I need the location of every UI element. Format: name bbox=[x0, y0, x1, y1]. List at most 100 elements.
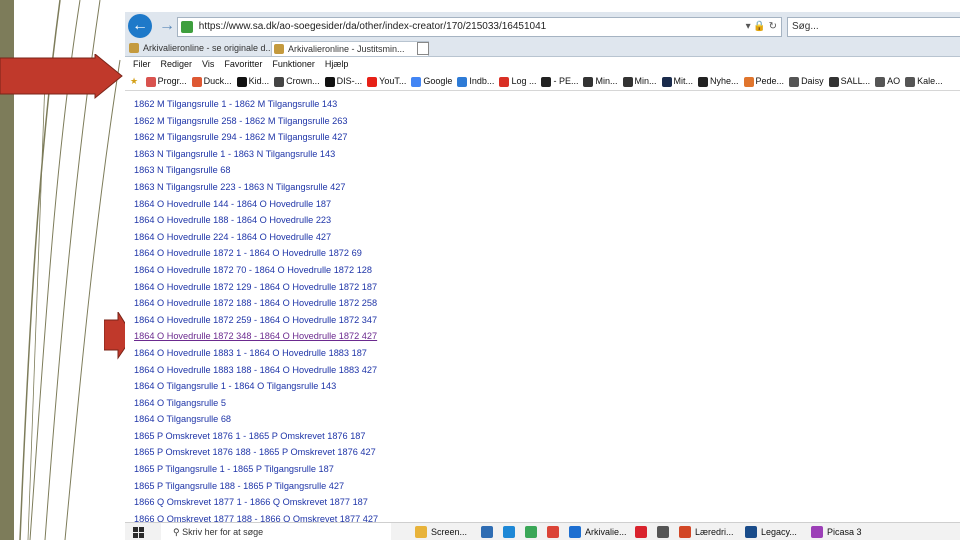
index-link[interactable]: 1864 O Hovedrulle 144 - 1864 O Hovedrull… bbox=[134, 196, 954, 213]
taskbar-item-label: Læredri... bbox=[695, 527, 734, 537]
taskbar-item-3[interactable] bbox=[525, 523, 541, 540]
index-link[interactable]: 1865 P Tilgangsrulle 188 - 1865 P Tilgan… bbox=[134, 478, 954, 495]
menu-item-1[interactable]: Rediger bbox=[161, 57, 193, 71]
favorite-label: Indb... bbox=[469, 76, 495, 86]
taskbar-app-icon bbox=[745, 526, 757, 538]
index-link[interactable]: 1864 O Tilgangsrulle 5 bbox=[134, 395, 954, 412]
favorite-item-18[interactable]: Kale... bbox=[905, 72, 943, 90]
favorite-icon bbox=[457, 76, 468, 87]
favorite-item-0[interactable]: Progr... bbox=[145, 72, 187, 90]
taskbar-item-8[interactable]: Læredri... bbox=[679, 523, 734, 540]
taskbar-item-label: Arkivalie... bbox=[585, 527, 627, 537]
index-link[interactable]: 1864 O Hovedrulle 1872 188 - 1864 O Hove… bbox=[134, 295, 954, 312]
favorite-icon bbox=[236, 76, 247, 87]
menu-item-4[interactable]: Funktioner bbox=[272, 57, 315, 71]
taskbar-item-label: Picasa 3 bbox=[827, 527, 862, 537]
taskbar-app-icon bbox=[525, 526, 537, 538]
index-link[interactable]: 1864 O Hovedrulle 1872 70 - 1864 O Hoved… bbox=[134, 262, 954, 279]
favorite-item-1[interactable]: Duck... bbox=[191, 72, 232, 90]
index-link[interactable]: 1865 P Omskrevet 1876 1 - 1865 P Omskrev… bbox=[134, 428, 954, 445]
taskbar-item-7[interactable] bbox=[657, 523, 673, 540]
address-bar[interactable]: https://www.sa.dk/ao-soegesider/da/other… bbox=[177, 17, 782, 37]
index-link[interactable]: 1862 M Tilgangsrulle 1 - 1862 M Tilgangs… bbox=[134, 96, 954, 113]
new-tab-icon[interactable] bbox=[417, 42, 429, 55]
index-link[interactable]: 1864 O Hovedrulle 1883 1 - 1864 O Hovedr… bbox=[134, 345, 954, 362]
taskbar-item-2[interactable] bbox=[503, 523, 519, 540]
index-link[interactable]: 1866 Q Omskrevet 1877 1 - 1866 Q Omskrev… bbox=[134, 494, 954, 511]
index-link[interactable]: 1864 O Hovedrulle 1872 1 - 1864 O Hovedr… bbox=[134, 245, 954, 262]
address-controls[interactable]: ▾ 🔒 ↻ bbox=[746, 18, 777, 36]
favorite-label: Pede... bbox=[755, 76, 785, 86]
search-icon: ⚲ bbox=[173, 527, 180, 537]
index-link[interactable]: 1864 O Tilgangsrulle 68 bbox=[134, 411, 954, 428]
menu-item-0[interactable]: Filer bbox=[133, 57, 151, 71]
index-link[interactable]: 1863 N Tilgangsrulle 1 - 1863 N Tilgangs… bbox=[134, 146, 954, 163]
taskbar-item-1[interactable] bbox=[481, 523, 497, 540]
taskbar-app-icon bbox=[569, 526, 581, 538]
tab-arkivalieronline-2[interactable]: Arkivalieronline - Justitsmin... × bbox=[271, 41, 429, 56]
index-link[interactable]: 1864 O Hovedrulle 1872 348 - 1864 O Hove… bbox=[134, 328, 954, 345]
address-bar-row: ← → https://www.sa.dk/ao-soegesider/da/o… bbox=[125, 12, 960, 40]
forward-button[interactable]: → bbox=[155, 14, 179, 38]
favorite-item-15[interactable]: Daisy bbox=[789, 72, 824, 90]
taskbar-app-icon bbox=[415, 526, 427, 538]
favorite-item-8[interactable]: Log ... bbox=[499, 72, 536, 90]
favorite-item-17[interactable]: AO bbox=[875, 72, 900, 90]
index-link[interactable]: 1864 O Hovedrulle 188 - 1864 O Hovedrull… bbox=[134, 212, 954, 229]
index-link[interactable]: 1864 O Hovedrulle 1872 259 - 1864 O Hove… bbox=[134, 312, 954, 329]
favorite-item-10[interactable]: Min... bbox=[583, 72, 618, 90]
favorite-label: AO bbox=[887, 76, 901, 86]
favorite-item-2[interactable]: Kid... bbox=[236, 72, 269, 90]
index-link[interactable]: 1863 N Tilgangsrulle 68 bbox=[134, 162, 954, 179]
favorite-item-7[interactable]: Indb... bbox=[457, 72, 494, 90]
menu-item-2[interactable]: Vis bbox=[202, 57, 214, 71]
favorite-item-16[interactable]: SALL... bbox=[828, 72, 870, 90]
favorite-item-12[interactable]: Mit... bbox=[661, 72, 693, 90]
star-icon[interactable]: ★ bbox=[130, 72, 138, 90]
taskbar-item-label: Legacy... bbox=[761, 527, 797, 537]
back-button[interactable]: ← bbox=[128, 14, 152, 38]
index-link[interactable]: 1864 O Tilgangsrulle 1 - 1864 O Tilgangs… bbox=[134, 378, 954, 395]
taskbar-item-5[interactable]: Arkivalie... bbox=[569, 523, 627, 540]
index-link[interactable]: 1862 M Tilgangsrulle 294 - 1862 M Tilgan… bbox=[134, 129, 954, 146]
dropdown-arrow-icon[interactable]: ▾ bbox=[746, 21, 751, 32]
favorite-item-6[interactable]: Google bbox=[411, 72, 452, 90]
index-link[interactable]: 1864 O Hovedrulle 1872 129 - 1864 O Hove… bbox=[134, 279, 954, 296]
taskbar-item-0[interactable]: Screen... bbox=[415, 523, 467, 540]
favorite-item-14[interactable]: Pede... bbox=[743, 72, 785, 90]
menu-item-3[interactable]: Favoritter bbox=[224, 57, 262, 71]
windows-start-icon[interactable] bbox=[133, 527, 144, 538]
favorite-icon bbox=[411, 76, 422, 87]
favorite-icon bbox=[622, 76, 633, 87]
taskbar-item-6[interactable] bbox=[635, 523, 651, 540]
index-link[interactable]: 1865 P Tilgangsrulle 1 - 1865 P Tilgangs… bbox=[134, 461, 954, 478]
favorite-item-4[interactable]: DIS-... bbox=[324, 72, 362, 90]
favorite-item-11[interactable]: Min... bbox=[622, 72, 657, 90]
favorite-item-5[interactable]: YouT... bbox=[367, 72, 406, 90]
browser-window: ← → https://www.sa.dk/ao-soegesider/da/o… bbox=[125, 0, 960, 540]
index-link[interactable]: 1864 O Hovedrulle 1883 188 - 1864 O Hove… bbox=[134, 362, 954, 379]
favorite-item-9[interactable]: - PE... bbox=[541, 72, 578, 90]
favorite-label: Duck... bbox=[203, 76, 232, 86]
index-link[interactable]: 1862 M Tilgangsrulle 258 - 1862 M Tilgan… bbox=[134, 113, 954, 130]
taskbar-item-4[interactable] bbox=[547, 523, 563, 540]
index-link[interactable]: 1865 P Omskrevet 1876 188 - 1865 P Omskr… bbox=[134, 444, 954, 461]
favorite-label: Daisy bbox=[801, 76, 824, 86]
favorite-item-3[interactable]: Crown... bbox=[274, 72, 320, 90]
favorite-item-13[interactable]: Nyhe... bbox=[698, 72, 739, 90]
tab-arkivalieronline-1[interactable]: Arkivalieronline - se originale d... bbox=[127, 41, 283, 55]
index-link[interactable]: 1863 N Tilgangsrulle 223 - 1863 N Tilgan… bbox=[134, 179, 954, 196]
taskbar-app-icon bbox=[503, 526, 515, 538]
favorite-label: Min... bbox=[634, 76, 657, 86]
favorite-icon bbox=[324, 76, 335, 87]
browser-search-input[interactable]: Søg... bbox=[787, 17, 960, 37]
taskbar-item-10[interactable]: Picasa 3 bbox=[811, 523, 862, 540]
index-link[interactable]: 1864 O Hovedrulle 224 - 1864 O Hovedrull… bbox=[134, 229, 954, 246]
refresh-icon[interactable]: ↻ bbox=[769, 21, 777, 32]
favorite-icon bbox=[191, 76, 202, 87]
lock-icon[interactable]: 🔒 bbox=[753, 21, 765, 32]
menu-item-5[interactable]: Hjælp bbox=[325, 57, 349, 71]
index-link[interactable]: 1866 Q Omskrevet 1877 188 - 1866 Q Omskr… bbox=[134, 511, 954, 522]
taskbar-search-input[interactable]: ⚲ Skriv her for at søge bbox=[161, 523, 391, 540]
taskbar-item-9[interactable]: Legacy... bbox=[745, 523, 797, 540]
